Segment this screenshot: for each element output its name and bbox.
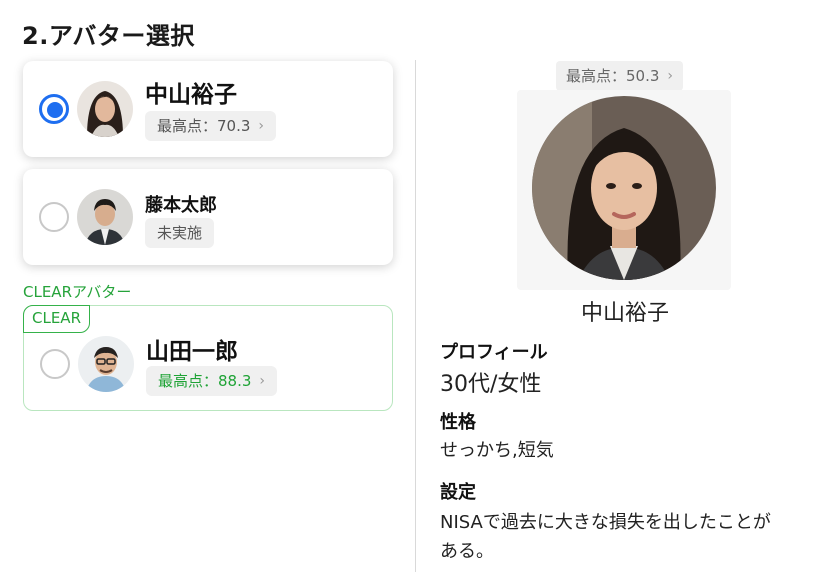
- setting-value-line1: NISAで過去に大きな損失を出したことが: [440, 512, 771, 533]
- detail-avatar-portrait: [532, 96, 716, 280]
- high-score-text: 最高点：88.3: [158, 372, 252, 390]
- profile-heading: プロフィール: [440, 342, 548, 363]
- radio-button-selected[interactable]: [39, 94, 69, 124]
- detail-avatar-name: 中山裕子: [580, 301, 669, 326]
- avatar-portrait-male: [77, 189, 133, 245]
- personality-value: せっかち,短気: [440, 440, 554, 461]
- high-score-badge[interactable]: 最高点：88.3 ›: [146, 366, 278, 396]
- clear-tag: CLEAR: [23, 305, 90, 333]
- personality-heading: 性格: [440, 412, 476, 433]
- avatar-card-fujimoto[interactable]: 藤本太郎 未実施: [23, 169, 393, 265]
- profile-value: 30代/女性: [440, 372, 542, 397]
- avatar-portrait-female: [77, 81, 133, 137]
- chevron-right-icon: ›: [259, 373, 266, 389]
- setting-value-line2: ある。: [440, 541, 494, 562]
- clear-avatar-heading: CLEARアバター: [23, 283, 132, 301]
- avatar-name: 中山裕子: [145, 82, 237, 108]
- avatar-card-nakayama[interactable]: 中山裕子 最高点：70.3 ›: [23, 61, 393, 157]
- avatar-name: 山田一郎: [146, 339, 238, 365]
- chevron-right-icon: ›: [667, 68, 674, 84]
- radio-button[interactable]: [39, 202, 69, 232]
- avatar-portrait-male-glasses: [78, 336, 134, 392]
- status-text: 未実施: [157, 224, 203, 242]
- status-badge: 未実施: [145, 218, 215, 248]
- avatar-name: 藤本太郎: [145, 195, 217, 216]
- detail-high-score-text: 最高点：50.3: [566, 67, 660, 85]
- high-score-text: 最高点：70.3: [157, 117, 251, 135]
- detail-high-score-badge[interactable]: 最高点：50.3 ›: [556, 61, 684, 91]
- radio-button[interactable]: [40, 349, 70, 379]
- chevron-right-icon: ›: [258, 118, 265, 134]
- setting-heading: 設定: [440, 482, 476, 503]
- vertical-divider: [415, 60, 416, 572]
- high-score-badge[interactable]: 最高点：70.3 ›: [145, 111, 277, 141]
- section-title: 2.アバター選択: [22, 22, 195, 50]
